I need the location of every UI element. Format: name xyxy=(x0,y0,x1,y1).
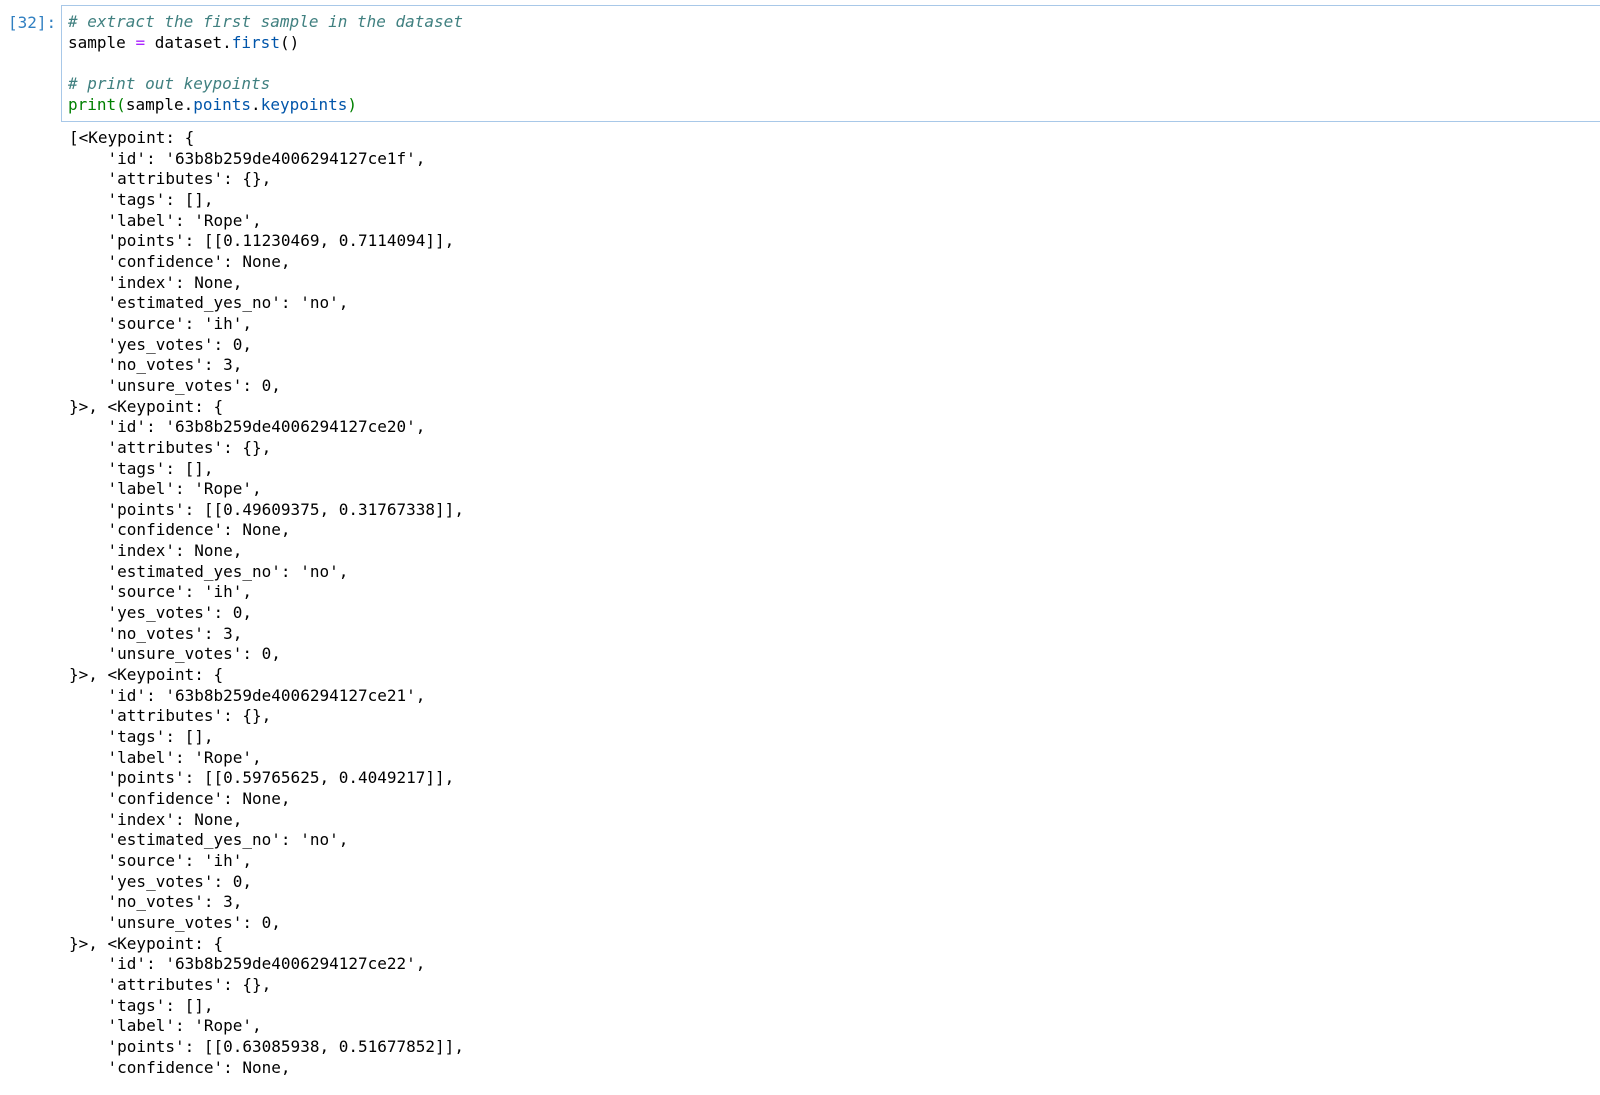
code-comment-line-1: # extract the first sample in the datase… xyxy=(68,12,463,31)
code-dataset-object: dataset. xyxy=(154,32,232,52)
code-var-sample: sample xyxy=(68,32,126,52)
code-dot: . xyxy=(251,95,261,115)
code-sample-object: sample. xyxy=(125,95,194,115)
code-first-method: first xyxy=(231,32,280,52)
code-close-paren: ) xyxy=(347,95,358,115)
code-assign-operator: = xyxy=(135,32,146,52)
code-print-builtin: print xyxy=(68,95,117,115)
cell-output-area[interactable]: [<Keypoint: { 'id': '63b8b259de400629412… xyxy=(69,128,1589,1095)
code-input-editor[interactable]: # extract the first sample in the datase… xyxy=(61,5,1600,122)
output-text: [<Keypoint: { 'id': '63b8b259de400629412… xyxy=(69,128,464,1077)
code-keypoints-attr: keypoints xyxy=(260,95,348,115)
execution-count-prompt: [32]: xyxy=(8,13,57,32)
code-comment-line-4: # print out keypoints xyxy=(68,74,271,94)
code-content: # extract the first sample in the datase… xyxy=(68,12,463,116)
code-call-parens: () xyxy=(279,32,300,52)
code-points-attr: points xyxy=(193,95,252,115)
code-open-paren: ( xyxy=(116,95,126,115)
